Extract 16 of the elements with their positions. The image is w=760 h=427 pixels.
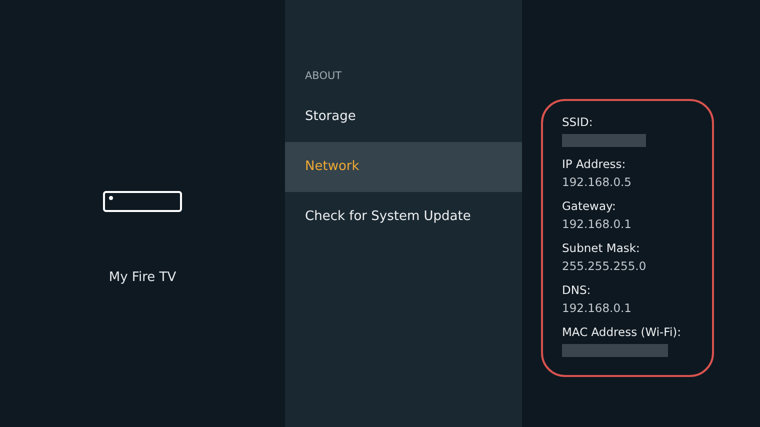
- section-heading: ABOUT: [304, 70, 343, 82]
- field-label: Gateway:: [562, 198, 617, 215]
- field-value: 192.168.0.1: [562, 216, 632, 233]
- field-label: Subnet Mask:: [562, 240, 641, 257]
- field-value: 255.255.255.0: [562, 258, 648, 275]
- field-label: DNS:: [562, 282, 592, 299]
- menu-item[interactable]: Check for System Update: [285, 192, 522, 242]
- field-label: SSID:: [562, 114, 594, 131]
- device-icon: [103, 191, 182, 212]
- field-label: MAC Address (Wi-Fi):: [562, 324, 682, 341]
- field-label: IP Address:: [562, 156, 627, 173]
- device-name: My Fire TV: [108, 270, 176, 285]
- menu-item[interactable]: Network: [285, 142, 522, 192]
- field-value: 192.168.0.5: [562, 174, 632, 191]
- menu-item[interactable]: Storage: [285, 92, 522, 142]
- field-value: 192.168.0.1: [562, 300, 632, 317]
